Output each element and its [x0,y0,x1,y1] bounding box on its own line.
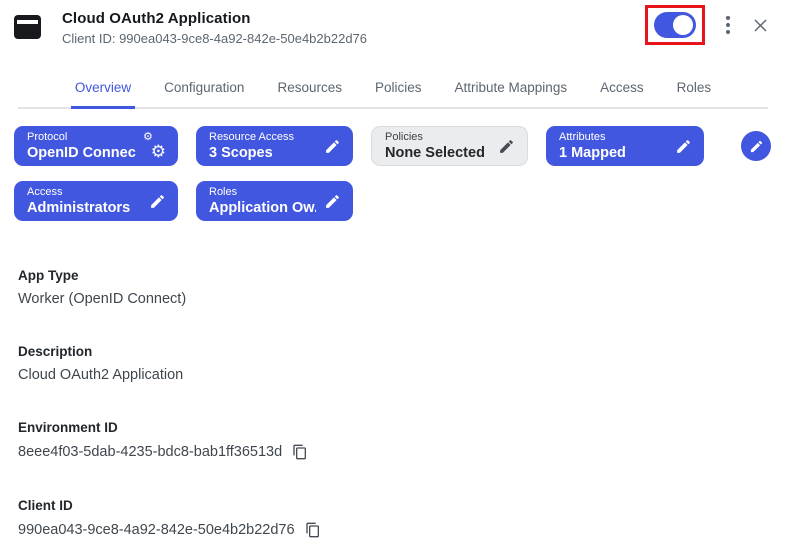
tab-roles[interactable]: Roles [676,76,713,107]
chip-access[interactable]: Access Administrators [14,181,178,221]
field-value: Worker (OpenID Connect) [18,291,186,307]
chip-label: Access [27,186,130,198]
tab-bar: Overview Configuration Resources Policie… [18,76,768,109]
tab-access[interactable]: Access [599,76,645,107]
chip-protocol[interactable]: Protocol OpenID Connect ⚙⚙ [14,126,178,166]
field-label: Client ID [18,498,768,513]
gears-icon: ⚙⚙ [142,133,166,159]
chip-value: Application Ow... [209,200,316,216]
chip-value: 1 Mapped [559,145,626,161]
header-controls [645,5,774,45]
field-description: Description Cloud OAuth2 Application [18,344,768,383]
chip-text: Attributes 1 Mapped [559,131,626,162]
annotation-highlight-box [645,5,705,45]
chip-text: Protocol OpenID Connect [27,131,136,162]
pencil-icon [324,193,341,210]
copy-icon[interactable] [291,443,309,461]
pencil-icon [149,193,166,210]
chip-label: Resource Access [209,131,294,143]
chip-label: Protocol [27,131,136,143]
chip-policies[interactable]: Policies None Selected [371,126,528,166]
pencil-icon [749,139,764,154]
tab-resources[interactable]: Resources [276,76,343,107]
tab-policies[interactable]: Policies [374,76,423,107]
chip-row-2: Access Administrators Roles Application … [14,181,772,221]
application-enabled-toggle[interactable] [654,12,696,38]
chip-value: Administrators [27,200,130,216]
edit-application-button[interactable] [741,131,771,161]
pencil-icon [675,138,692,155]
chip-row-1: Protocol OpenID Connect ⚙⚙ Resource Acce… [14,126,772,166]
field-app-type: App Type Worker (OpenID Connect) [18,268,768,307]
chip-label: Policies [385,131,485,143]
copy-icon[interactable] [304,521,322,539]
field-value: 990ea043-9ce8-4a92-842e-50e4b2b22d76 [18,522,295,538]
chip-roles[interactable]: Roles Application Ow... [196,181,353,221]
chip-value: None Selected [385,145,485,161]
field-value: Cloud OAuth2 Application [18,367,183,383]
field-environment-id: Environment ID 8eee4f03-5dab-4235-bdc8-b… [18,420,768,461]
tab-overview[interactable]: Overview [74,76,132,107]
header-text: Cloud OAuth2 Application Client ID: 990e… [62,10,367,46]
page-title: Cloud OAuth2 Application [62,10,367,27]
chip-label: Attributes [559,131,626,143]
field-label: App Type [18,268,768,283]
pencil-icon [324,138,341,155]
field-client-id: Client ID 990ea043-9ce8-4a92-842e-50e4b2… [18,498,768,539]
field-value-row: 8eee4f03-5dab-4235-bdc8-bab1ff36513d [18,443,768,461]
tab-attribute-mappings[interactable]: Attribute Mappings [454,76,569,107]
tab-configuration[interactable]: Configuration [163,76,245,107]
chip-text: Policies None Selected [385,131,485,162]
chip-text: Access Administrators [27,186,130,217]
chip-attributes[interactable]: Attributes 1 Mapped [546,126,704,166]
chip-label: Roles [209,186,316,198]
client-id-subtitle: Client ID: 990ea043-9ce8-4a92-842e-50e4b… [62,31,367,46]
toggle-knob [673,15,693,35]
field-value-row: Worker (OpenID Connect) [18,291,768,307]
kebab-menu-icon[interactable] [718,8,738,42]
field-value-row: 990ea043-9ce8-4a92-842e-50e4b2b22d76 [18,521,768,539]
app-window-icon [14,15,41,39]
chip-value: OpenID Connect [27,145,136,161]
chip-text: Roles Application Ow... [209,186,316,217]
field-label: Environment ID [18,420,768,435]
panel-header: Cloud OAuth2 Application Client ID: 990e… [0,0,786,56]
field-label: Description [18,344,768,359]
overview-fields: App Type Worker (OpenID Connect) Descrip… [0,268,786,539]
chip-value: 3 Scopes [209,145,294,161]
quick-edit-chips: Protocol OpenID Connect ⚙⚙ Resource Acce… [0,109,786,221]
chip-text: Resource Access 3 Scopes [209,131,294,162]
application-detail-panel: Cloud OAuth2 Application Client ID: 990e… [0,0,786,539]
field-value-row: Cloud OAuth2 Application [18,367,768,383]
field-value: 8eee4f03-5dab-4235-bdc8-bab1ff36513d [18,444,282,460]
close-icon[interactable] [747,12,774,39]
pencil-icon [498,138,515,155]
chip-resource-access[interactable]: Resource Access 3 Scopes [196,126,353,166]
